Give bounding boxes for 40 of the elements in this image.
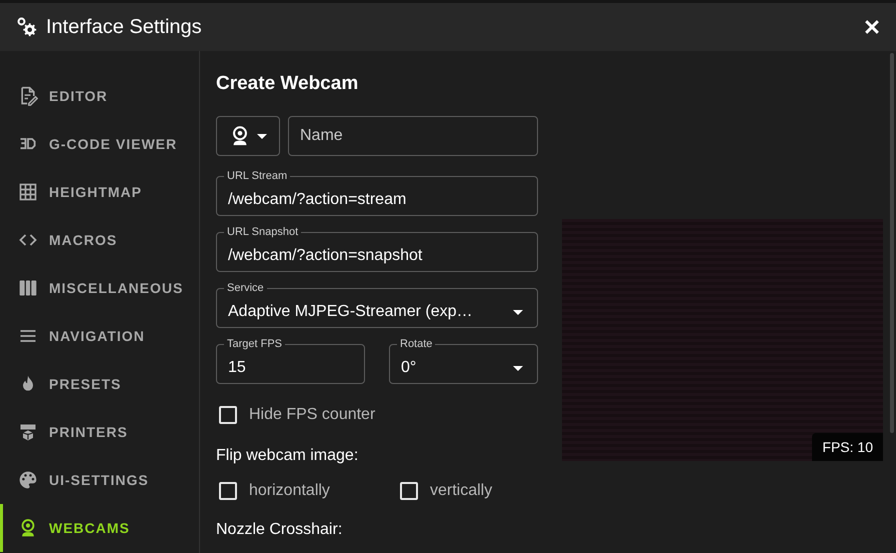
fps-counter: FPS: 10	[812, 433, 883, 461]
nav-item[interactable]: G-CODE VIEWER	[0, 120, 199, 168]
scrollbar[interactable]	[890, 53, 894, 433]
nav-item[interactable]: EDITOR	[0, 72, 199, 120]
nav-item[interactable]: NAVIGATION	[0, 312, 199, 360]
input-field[interactable]: URL Stream /webcam/?action=stream	[216, 168, 538, 216]
gears-icon	[16, 16, 38, 38]
close-icon	[862, 17, 882, 37]
dialog-title: Interface Settings	[46, 16, 203, 38]
nav-item[interactable]: WEBCAMS	[0, 504, 199, 552]
caret-icon	[257, 134, 267, 138]
nav-item[interactable]: MACROS	[0, 216, 199, 264]
caret-icon	[513, 310, 523, 314]
checkbox-label: Hide FPS counter	[249, 406, 376, 424]
printer-icon	[18, 422, 38, 442]
select-field[interactable]: Rotate 0°	[389, 336, 538, 384]
section-heading: Flip webcam image:	[216, 447, 360, 465]
palette-icon	[18, 470, 38, 490]
section-heading: Nozzle Crosshair:	[216, 521, 344, 539]
form-title: Create Webcam	[216, 72, 360, 96]
nav-item[interactable]: MISCELLANEOUS	[0, 264, 199, 312]
grid-icon	[18, 182, 38, 202]
input-field[interactable]: Name	[288, 116, 538, 156]
input-field[interactable]: Target FPS 15	[216, 336, 365, 384]
columns-icon	[18, 278, 38, 298]
nav-item[interactable]: UI-SETTINGS	[0, 456, 199, 504]
checkbox-label: vertically	[430, 482, 492, 500]
icon-select-button[interactable]	[216, 116, 280, 156]
input-field[interactable]: URL Snapshot /webcam/?action=snapshot	[216, 224, 538, 272]
nav-item[interactable]: PRINTERS	[0, 408, 199, 456]
field-label: URL Snapshot	[224, 225, 302, 239]
nav-item[interactable]: HEIGHTMAP	[0, 168, 199, 216]
checkbox[interactable]	[219, 406, 237, 424]
nav-item[interactable]: PRESETS	[0, 360, 199, 408]
checkbox-label: horizontally	[249, 482, 330, 500]
caret-icon	[513, 366, 523, 370]
field-label: Target FPS	[224, 337, 286, 351]
select-field[interactable]: Service Adaptive MJPEG-Streamer (exp…	[216, 280, 538, 328]
checkbox[interactable]	[219, 482, 237, 500]
checkbox[interactable]	[400, 482, 418, 500]
